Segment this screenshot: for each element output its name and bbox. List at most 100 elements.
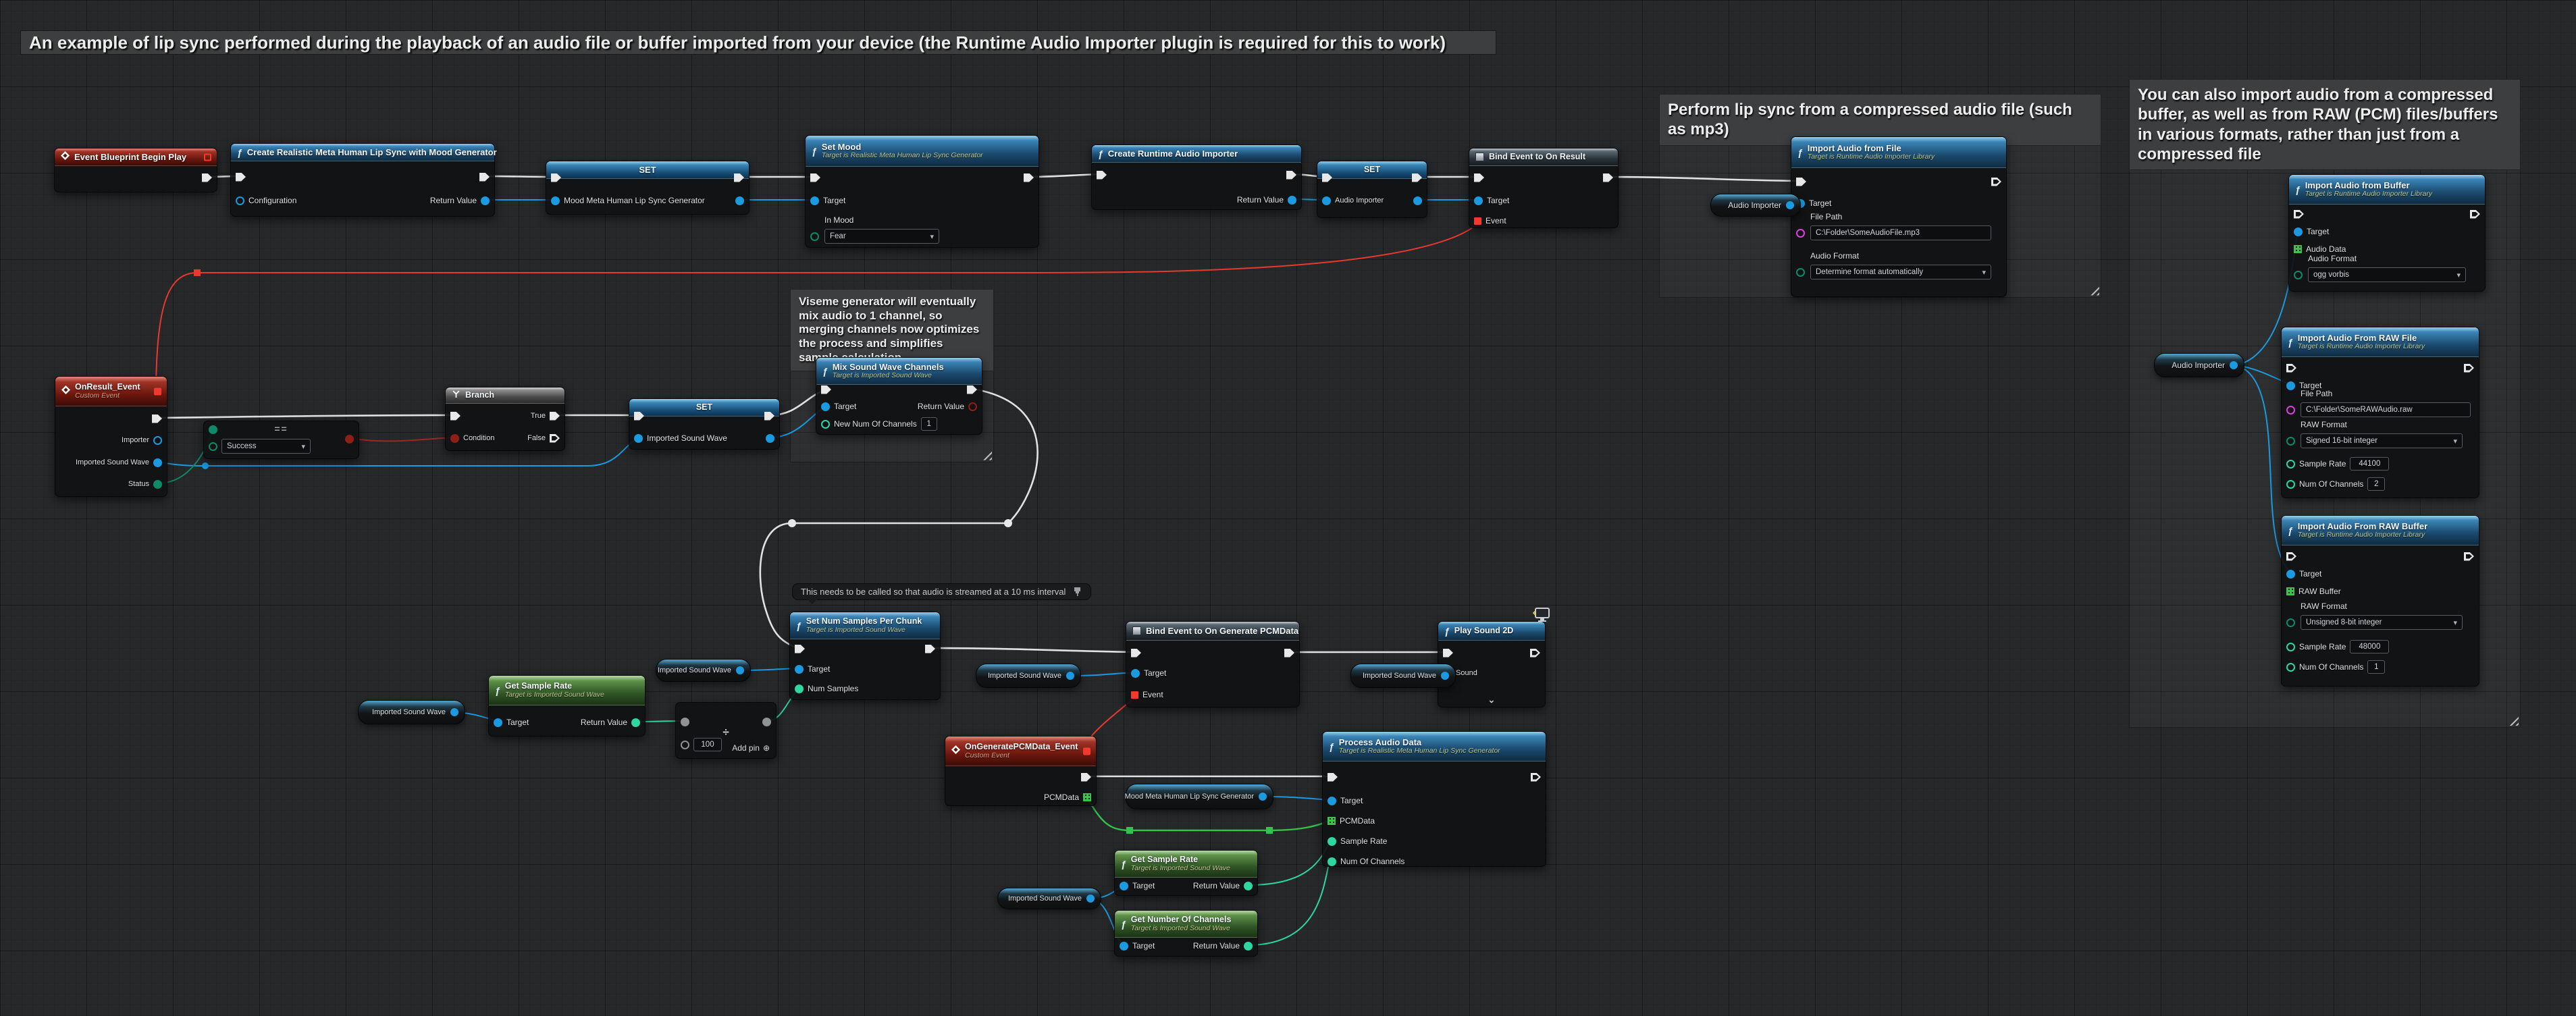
exec-pin[interactable] — [2286, 364, 2296, 373]
input-pin-target[interactable]: Target — [821, 399, 856, 414]
exec-pin[interactable] — [1991, 178, 2001, 186]
variable-getter-imported-sound-wave-getter-1[interactable]: Imported Sound Wave — [656, 659, 751, 682]
output-pin-exec[interactable] — [1991, 174, 2001, 189]
reroute-node[interactable] — [202, 462, 209, 469]
node-set-imported-sound-wave[interactable]: SETImported Sound Wave — [629, 398, 780, 450]
node-comment-bubble[interactable]: This needs to be called so that audio is… — [792, 583, 1091, 600]
node-header[interactable]: ƒImport Audio from BufferTarget is Runti… — [2289, 175, 2485, 205]
object-pin[interactable] — [2230, 361, 2238, 369]
input-pin-target[interactable]: Target — [2294, 224, 2329, 239]
node-header[interactable]: SET — [546, 161, 749, 179]
int-pin[interactable] — [1244, 942, 1253, 951]
object-pin[interactable] — [1120, 882, 1128, 890]
int-pin[interactable] — [2286, 643, 2295, 651]
node-header[interactable]: ƒGet Sample RateTarget is Imported Sound… — [1115, 851, 1257, 878]
object-pin[interactable] — [1259, 793, 1267, 801]
node-header[interactable]: ƒPlay Sound 2D — [1438, 622, 1545, 641]
output-pin-exec[interactable] — [479, 169, 490, 184]
input-pin-event[interactable]: Event — [1131, 687, 1163, 702]
exec-pin[interactable] — [1131, 649, 1141, 658]
output-pin-object[interactable] — [1413, 193, 1422, 208]
output-pin-wild[interactable] — [762, 714, 771, 729]
exec-pin[interactable] — [479, 173, 490, 182]
input-pin-num-of-channels[interactable]: Num Of Channels2 — [2286, 477, 2385, 491]
input-pin-imported-sound-wave[interactable]: Imported Sound Wave — [634, 431, 727, 446]
node-header[interactable]: ƒMix Sound Wave ChannelsTarget is Import… — [816, 358, 982, 385]
input-pin-audio-format[interactable] — [2294, 267, 2303, 282]
output-pin-exec[interactable] — [2464, 360, 2474, 375]
input-pin-exec[interactable] — [1328, 770, 1338, 784]
exec-pin[interactable] — [550, 412, 560, 421]
output-pin-exec[interactable] — [1412, 170, 1422, 185]
node-header[interactable]: Branch — [446, 387, 564, 404]
input-pin-target[interactable]: Target — [1131, 666, 1166, 680]
output-pin-exec[interactable] — [1081, 770, 1091, 784]
input-pin-exec[interactable] — [236, 169, 246, 184]
object-pin[interactable] — [481, 196, 490, 205]
input-pin-target[interactable]: Target — [1120, 938, 1155, 953]
input-pin-exec[interactable] — [1796, 174, 1806, 189]
object-pin[interactable] — [2286, 381, 2295, 390]
enum-pin[interactable] — [209, 442, 217, 451]
node-header[interactable]: ƒGet Sample RateTarget is Imported Sound… — [489, 676, 645, 705]
enum-pin[interactable] — [2294, 271, 2303, 279]
input-pin-target[interactable]: Target — [1120, 878, 1155, 893]
input-pin-exec[interactable] — [1443, 645, 1453, 660]
graph-title-comment[interactable]: An example of lip sync performed during … — [20, 30, 1496, 55]
object-pin[interactable] — [1120, 942, 1128, 951]
input-pin-exec[interactable] — [1097, 167, 1107, 182]
output-pin-return-value[interactable]: Return Value — [1237, 192, 1296, 207]
object-pin[interactable] — [1066, 672, 1074, 680]
object-pin[interactable] — [153, 458, 162, 467]
reroute-node[interactable] — [1266, 827, 1273, 834]
node-branch[interactable]: BranchTrueConditionFalse — [445, 387, 565, 451]
input-pin-exec[interactable] — [810, 170, 820, 185]
input-pin-exec[interactable] — [821, 382, 831, 397]
object-pin[interactable] — [494, 718, 502, 727]
node-header[interactable]: ƒSet MoodTarget is Realistic Meta Human … — [806, 136, 1039, 167]
exec-pin[interactable] — [202, 173, 212, 182]
input-pin-target[interactable]: Target — [1474, 193, 1509, 208]
exec-pin[interactable] — [925, 645, 935, 653]
input-pin-exec[interactable] — [1474, 170, 1484, 185]
exec-pin[interactable] — [967, 385, 977, 394]
output-pin-bool[interactable] — [345, 431, 354, 446]
exec-pin[interactable] — [734, 173, 744, 182]
node-play-sound-2d[interactable]: ƒPlay Sound 2DSound⌄ — [1438, 621, 1546, 707]
output-pin-exec[interactable] — [925, 641, 935, 656]
input-pin-raw-buffer[interactable]: RAW Buffer — [2286, 584, 2341, 599]
node-header[interactable]: ƒProcess Audio DataTarget is Realistic M… — [1323, 732, 1546, 761]
exec-pin[interactable] — [1024, 173, 1034, 182]
input-pin-condition[interactable]: Condition — [450, 431, 494, 446]
node-bind-event-on-generate-pcmdata[interactable]: Bind Event to On Generate PCMDataTargetE… — [1126, 621, 1300, 707]
bool-pin[interactable] — [450, 434, 459, 443]
string-pin[interactable] — [1796, 229, 1805, 238]
reroute-node[interactable] — [194, 269, 201, 276]
exec-pin[interactable] — [1081, 773, 1091, 782]
node-set-audio-importer[interactable]: SETAudio Importer — [1317, 161, 1427, 218]
exec-pin[interactable] — [1322, 173, 1332, 182]
exec-pin[interactable] — [550, 434, 560, 443]
input-pin-wild[interactable]: 100 — [681, 737, 722, 752]
exec-pin[interactable] — [1443, 649, 1453, 658]
object-pin[interactable] — [551, 196, 560, 205]
node-header[interactable]: ƒCreate Realistic Meta Human Lip Sync wi… — [231, 144, 494, 161]
object-pin[interactable] — [736, 666, 744, 674]
output-pin-object[interactable] — [735, 193, 744, 208]
output-pin-return-value[interactable]: Return Value — [1193, 938, 1253, 953]
input-pin-target[interactable]: Target — [2286, 566, 2321, 581]
input-pin-exec[interactable] — [450, 408, 461, 423]
node-mix-sound-wave-channels[interactable]: ƒMix Sound Wave ChannelsTarget is Import… — [816, 357, 982, 435]
variable-getter-imported-sound-wave-getter-4[interactable]: Imported Sound Wave — [1350, 664, 1456, 688]
input-pin-exec[interactable] — [2286, 549, 2296, 564]
exec-pin[interactable] — [1603, 173, 1613, 182]
input-pin-exec[interactable] — [2294, 207, 2304, 221]
enum-pin[interactable] — [810, 232, 819, 241]
dropdown-field[interactable]: Success▾ — [221, 439, 311, 454]
input-pin-target[interactable]: Target — [1328, 793, 1363, 808]
wild-pin[interactable] — [681, 718, 689, 726]
int-pin[interactable] — [2286, 460, 2295, 469]
node-header[interactable]: ƒImport Audio From RAW FileTarget is Run… — [2282, 327, 2479, 357]
output-pin-status[interactable]: Status — [128, 477, 162, 491]
node-header[interactable]: ƒCreate Runtime Audio Importer — [1092, 145, 1301, 163]
